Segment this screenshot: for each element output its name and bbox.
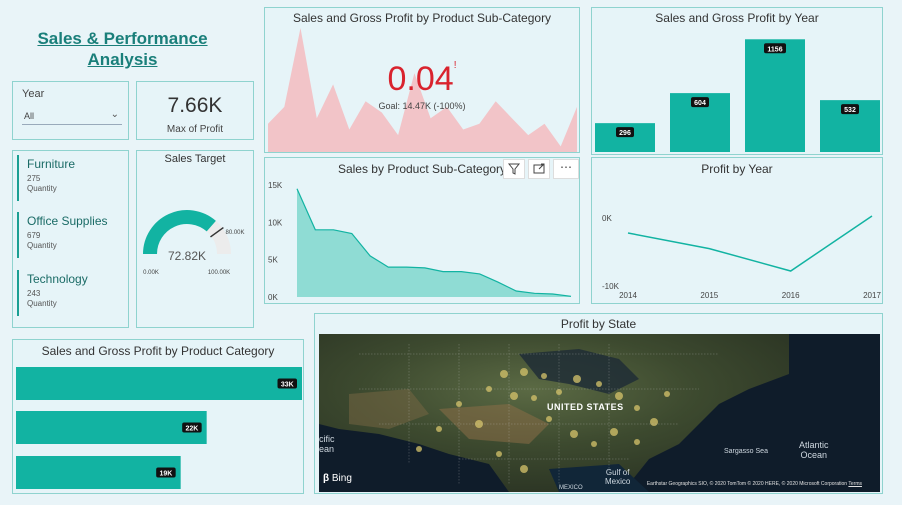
year-bars-chart: 296 604 1156 532	[595, 39, 880, 152]
map-label-atlantic: Atlantic Ocean	[799, 440, 829, 460]
map-attribution: Earthstar Geographics SIO, © 2020 TomTom…	[647, 481, 862, 487]
category-bars-panel: Sales and Gross Profit by Product Catego…	[12, 339, 304, 494]
map-label-gulf: Gulf of Mexico	[605, 468, 630, 486]
sales-subcat-ytick: 0K	[268, 293, 278, 302]
map-label-us: UNITED STATES	[547, 402, 624, 412]
year-bar-label: 1156	[767, 46, 782, 53]
map-attribution-text: Earthstar Geographics SIO, © 2020 TomTom…	[646, 481, 848, 487]
max-profit-value: 7.66K	[167, 94, 223, 117]
profit-xtick: 2016	[782, 291, 800, 300]
category-bars-chart: 33K 22K 19K	[16, 367, 302, 489]
profit-year-chart: 0K -10K2014 2015 2016 2017	[602, 214, 881, 300]
category-qty-label: Quantity	[27, 299, 57, 308]
sales-subcat-ytick: 10K	[268, 218, 283, 227]
map-title: Profit by State	[560, 317, 637, 331]
profit-xtick: 2014	[619, 291, 637, 300]
category-quantity-card: Furniture 275 Quantity Office Supplies 6…	[12, 150, 129, 328]
bing-icon: β	[323, 473, 330, 484]
year-slicer: Year All ⌄	[12, 81, 129, 140]
profit-xtick: 2017	[863, 291, 881, 300]
profit-xtick: 2015	[700, 291, 718, 300]
year-bar-label: 604	[694, 100, 706, 107]
category-qty-label: Quantity	[27, 241, 57, 250]
year-bar-label: 532	[844, 107, 856, 114]
year-bar	[745, 39, 805, 152]
gauge-value: 72.82K	[168, 249, 206, 263]
category-name: Furniture	[27, 157, 76, 171]
kpi-number: 0.04	[387, 60, 454, 98]
max-profit-card: 7.66K Max of Profit	[136, 81, 254, 140]
gauge-max: 100.00K	[208, 270, 230, 276]
profit-ytick: -10K	[602, 282, 620, 291]
dashboard-title: Sales & Performance Analysis	[10, 28, 235, 70]
kpi-goal: Goal: 14.47K (-100%)	[378, 101, 466, 111]
category-item: Technology 243 Quantity	[17, 270, 125, 316]
kpi-value: 0.04!	[265, 60, 579, 99]
category-bar-label: 19K	[159, 471, 172, 478]
category-qty: 243	[27, 289, 41, 298]
title-line-1: Sales & Performance	[37, 29, 208, 48]
category-name: Technology	[27, 272, 88, 286]
year-bar-label: 296	[619, 130, 631, 137]
category-name: Office Supplies	[27, 214, 108, 228]
category-bar-label: 22K	[185, 426, 198, 433]
gauge-min: 0.00K	[143, 270, 159, 276]
sales-subcat-panel: Sales by Product Sub-Category ⋯ 15K 10K 5K…	[264, 157, 580, 304]
map-label-pacific-1: cific	[319, 434, 335, 444]
kpi-alert-mark: !	[453, 60, 457, 71]
map-terrain	[319, 334, 880, 492]
profit-year-panel: Profit by Year 0K -10K 2014 2015 2016 2017	[591, 157, 883, 304]
category-bar-label: 33K	[281, 382, 294, 389]
sales-subcat-chart: 15K 10K 5K 0K	[268, 181, 572, 302]
year-dropdown[interactable]: All ⌄	[22, 108, 122, 125]
year-bars-panel: Sales and Gross Profit by Year 296 604 115…	[591, 7, 883, 155]
gauge-target-label: 80.00K	[225, 230, 244, 236]
map-label-gulf-1: Gulf of	[605, 468, 630, 477]
profit-by-state-map-panel: Profit by State UNITED STATES Gulf of Me…	[314, 313, 883, 494]
map-label-mexico: MEXICO	[559, 485, 583, 491]
category-qty: 275	[27, 174, 41, 183]
map-canvas[interactable]: UNITED STATES Gulf of Mexico Sargasso Se…	[319, 334, 880, 492]
max-profit-label: Max of Profit	[166, 124, 224, 135]
category-bar	[16, 367, 302, 400]
map-label-atlantic-1: Atlantic	[799, 440, 829, 450]
map-label-gulf-2: Mexico	[605, 477, 631, 486]
sales-subcat-area	[297, 188, 571, 297]
bing-text: Bing	[331, 473, 352, 484]
map-terms-link[interactable]: Terms	[848, 481, 862, 487]
category-qty: 679	[27, 231, 41, 240]
gauge-svg: 72.82K 0.00K 100.00K 80.00K	[143, 210, 245, 276]
title-line-2: Analysis	[87, 50, 158, 69]
sales-target-gauge: Sales Target 72.82K 0.00K 100.00K 80.00K	[136, 150, 254, 328]
profit-line	[627, 215, 873, 272]
map-label-sargasso: Sargasso Sea	[724, 448, 768, 455]
sales-subcat-ytick: 5K	[268, 256, 278, 265]
profit-ytick: 0K	[602, 214, 612, 223]
year-slicer-label: Year	[22, 88, 45, 100]
category-item: Furniture 275 Quantity	[17, 155, 125, 201]
category-bar	[16, 411, 207, 444]
sales-subcat-ytick: 15K	[268, 181, 283, 190]
category-bar	[16, 456, 181, 489]
year-dropdown-value: All	[24, 111, 35, 121]
map-label-atlantic-2: Ocean	[800, 450, 828, 460]
category-qty-label: Quantity	[27, 184, 57, 193]
chevron-down-icon: ⌄	[110, 109, 119, 120]
bing-logo: β Bing	[323, 473, 352, 484]
sales-target-title: Sales Target	[164, 153, 226, 165]
map-label-pacific: cific ean	[319, 434, 335, 454]
category-item: Office Supplies 679 Quantity	[17, 212, 125, 258]
map-label-pacific-2: ean	[319, 444, 335, 454]
subcat-area-panel: Sales and Gross Profit by Product Sub-Ca…	[264, 7, 580, 153]
